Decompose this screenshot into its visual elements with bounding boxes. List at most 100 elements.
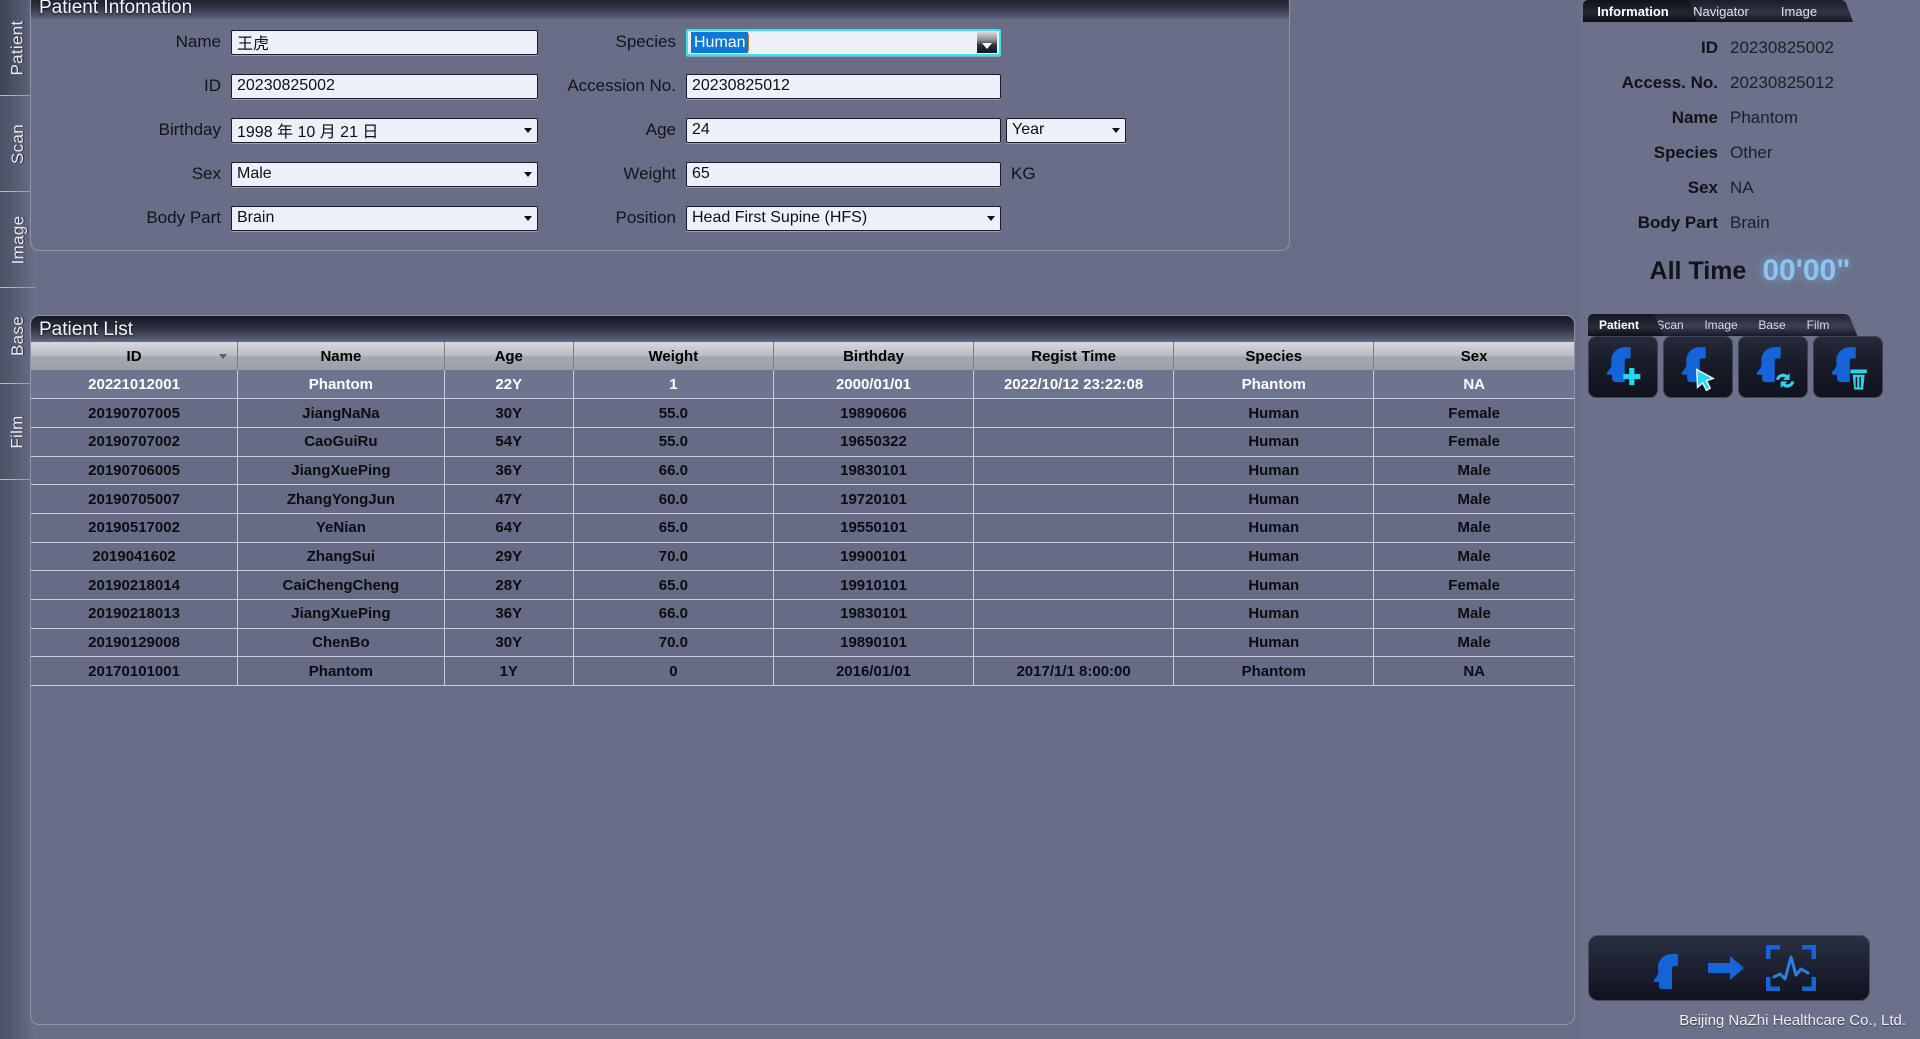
patient-action-buttons [1588, 336, 1920, 398]
sidebar-tab-information[interactable]: Information [1583, 0, 1698, 22]
table-cell-regist-time [973, 628, 1175, 658]
table-cell-birthday: 19720101 [773, 484, 975, 514]
table-row[interactable]: 20190517002 YeNian 64Y 65.0 19550101 Human Mal… [31, 513, 1574, 543]
table-cell-weight: 66.0 [573, 456, 774, 486]
field-weight-input[interactable]: 65 [686, 161, 1001, 187]
column-header-label: Species [1245, 347, 1303, 365]
column-header-label: Regist Time [1031, 347, 1116, 365]
table-cell-weight: 66.0 [573, 599, 774, 629]
page-title: Patient Infomation [39, 0, 193, 18]
column-header-species[interactable]: Species [1173, 342, 1375, 370]
select-patient-icon [1681, 347, 1715, 392]
chevron-down-icon[interactable] [987, 216, 995, 221]
field-age-value: 24 [692, 121, 710, 138]
add-patient-button[interactable] [1588, 336, 1658, 398]
sort-descending-icon[interactable] [219, 354, 228, 359]
chevron-down-icon[interactable] [524, 128, 532, 133]
column-header-birthday[interactable]: Birthday [773, 342, 975, 370]
chevron-down-icon[interactable] [977, 31, 997, 53]
field-position-combobox[interactable]: Head First Supine (HFS) [686, 205, 1001, 231]
information-value: Phantom [1730, 107, 1799, 127]
column-header-weight[interactable]: Weight [573, 342, 774, 370]
table-row[interactable]: 20190706005 JiangXuePing 36Y 66.0 19830101 Hu… [31, 456, 1574, 486]
start-scan-button[interactable] [1588, 935, 1870, 1001]
table-row[interactable]: 20190707005 JiangNaNa 30Y 55.0 19890606 Human… [31, 398, 1574, 428]
table-cell-name: Phantom [237, 656, 445, 687]
table-cell-regist-time [973, 570, 1175, 600]
add-patient-icon [1606, 347, 1641, 386]
information-list: ID 20230825002 Access. No. 20230825012 Name P… [1580, 22, 1920, 240]
table-cell-age: 30Y [444, 398, 574, 428]
table-cell-id: 20190218013 [31, 599, 239, 629]
table-body[interactable]: 20221012001 Phantom 22Y 1 2000/01/01 2022/10/… [31, 370, 1574, 687]
information-row: Sex NA [1580, 170, 1906, 205]
table-row[interactable]: 20221012001 Phantom 22Y 1 2000/01/01 2022/10/… [31, 370, 1574, 400]
field-age-unit-combobox[interactable]: Year [1006, 117, 1126, 143]
column-header-age[interactable]: Age [444, 342, 574, 370]
information-row: ID 20230825002 [1580, 30, 1906, 65]
chevron-down-icon[interactable] [524, 216, 532, 221]
field-age-input[interactable]: 24 [686, 117, 1001, 143]
sidebar-tab-image[interactable]: Image [1759, 0, 1854, 22]
table-cell-weight: 0 [573, 656, 774, 687]
table-row[interactable]: 20190707002 CaoGuiRu 54Y 55.0 19650322 Human F… [31, 427, 1574, 457]
field-species-combobox[interactable]: Human [686, 28, 1001, 56]
column-header-sex[interactable]: Sex [1373, 342, 1574, 370]
table-cell-weight: 55.0 [573, 398, 774, 428]
field-name-input[interactable]: 王虎 [231, 29, 538, 55]
field-birthday-combobox[interactable]: 1998 年 10 月 21 日 [231, 117, 538, 143]
field-label: Sex [191, 164, 221, 183]
table-cell-age: 29Y [444, 542, 574, 572]
update-patient-icon [1756, 347, 1795, 389]
table-row[interactable]: 20170101001 Phantom 1Y 0 2016/01/01 2017/1/1 … [31, 656, 1574, 687]
field-label: Name [175, 32, 221, 51]
table-row[interactable]: 2019041602 ZhangSui 29Y 70.0 19900101 Human Ma… [31, 542, 1574, 572]
information-value: Brain [1730, 212, 1770, 232]
sidebar-tabstrip[interactable]: Information Navigator Image [1580, 0, 1920, 22]
field-accession-no-input[interactable]: 20230825012 [686, 73, 1001, 99]
table-cell-age: 1Y [444, 656, 574, 687]
column-header-label: Name [320, 347, 362, 365]
select-patient-button[interactable] [1663, 336, 1733, 398]
table-cell-regist-time [973, 484, 1175, 514]
column-header-label: Age [494, 347, 523, 365]
chevron-down-icon[interactable] [524, 172, 532, 177]
field-id-value: 20230825002 [237, 77, 335, 94]
information-row: Access. No. 20230825012 [1580, 65, 1906, 100]
field-body-part-combobox[interactable]: Brain [231, 205, 538, 231]
form-row-birthday: Birthday 1998 年 10 月 21 日 [31, 108, 541, 152]
mode-tab-label: Image [1704, 318, 1738, 332]
patient-list-panel: Patient List ID Name Age Weight Birthday Regi… [30, 315, 1575, 1025]
table-cell-species: Human [1173, 599, 1375, 629]
table-row[interactable]: 20190705007 ZhangYongJun 47Y 60.0 19720101 Hu… [31, 484, 1574, 514]
patient-table[interactable]: ID Name Age Weight Birthday Regist Time Specie… [31, 342, 1574, 687]
table-cell-birthday: 2016/01/01 [773, 656, 975, 687]
column-header-id[interactable]: ID [31, 342, 239, 370]
patient-information-panel: Patient Infomation Name 王虎 ID 20230825002 Bi… [30, 0, 1290, 251]
chevron-down-icon[interactable] [1112, 128, 1120, 133]
field-label: Position [615, 208, 676, 227]
field-sex-combobox[interactable]: Male [231, 161, 538, 187]
table-row[interactable]: 20190218013 JiangXuePing 36Y 66.0 19830101 Hu… [31, 599, 1574, 629]
all-time-display: All Time 00'00" [1580, 254, 1920, 288]
table-cell-weight: 65.0 [573, 570, 774, 600]
mode-tab-patient[interactable]: Patient [1588, 314, 1664, 336]
table-cell-regist-time [973, 599, 1175, 629]
table-cell-birthday: 2000/01/01 [773, 370, 975, 400]
table-row[interactable]: 20190218014 CaiChengCheng 28Y 65.0 19910101 H… [31, 570, 1574, 600]
update-patient-button[interactable] [1738, 336, 1808, 398]
delete-patient-button[interactable] [1813, 336, 1883, 398]
information-value: Other [1730, 142, 1773, 162]
mode-tab-film[interactable]: Film [1792, 314, 1858, 336]
table-cell-regist-time [973, 427, 1175, 457]
field-id-input[interactable]: 20230825002 [231, 73, 538, 99]
information-value: NA [1730, 177, 1754, 197]
sidebar-mode-tabstrip[interactable]: Patient Scan Image Base Film [1588, 314, 1920, 336]
table-row[interactable]: 20190129008 ChenBo 30Y 70.0 19890101 Human Mal… [31, 628, 1574, 658]
information-value: 20230825012 [1730, 72, 1835, 92]
column-header-name[interactable]: Name [237, 342, 445, 370]
information-key: Name [1671, 107, 1718, 127]
mode-tab-image[interactable]: Image [1690, 314, 1766, 336]
column-header-regist-time[interactable]: Regist Time [973, 342, 1175, 370]
table-cell-age: 30Y [444, 628, 574, 658]
